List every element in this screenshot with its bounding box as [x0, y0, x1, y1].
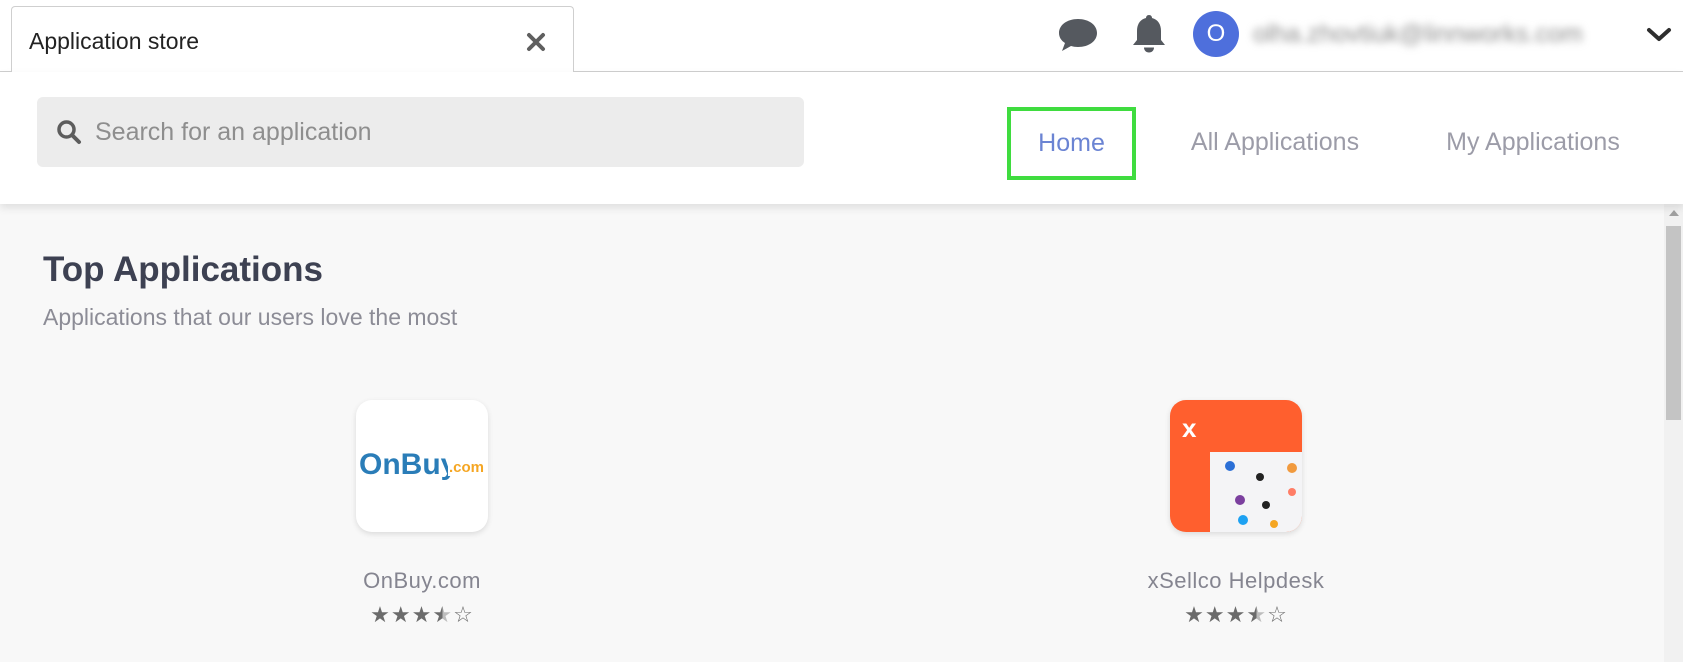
star-icon: ★	[370, 602, 391, 627]
star-icon: ★	[411, 602, 433, 627]
star-half-icon: ★	[1246, 602, 1268, 627]
vertical-scrollbar[interactable]	[1664, 204, 1683, 662]
star-rating: ★★★★☆	[282, 602, 562, 628]
app-card-onbuy[interactable]: OnBuy .com OnBuy.com ★★★★☆	[282, 400, 562, 628]
user-email[interactable]: olha.zhovtiuk@linnworks.com	[1253, 20, 1633, 49]
onbuy-logo-mark: OnBuy .com	[359, 448, 485, 481]
onbuy-logo-text: OnBuy	[359, 448, 458, 481]
scroll-thumb[interactable]	[1666, 226, 1681, 420]
star-empty-icon: ☆	[453, 602, 474, 627]
onbuy-logo-suffix: .com	[449, 459, 484, 476]
close-icon[interactable]	[525, 31, 547, 53]
chevron-down-icon[interactable]	[1646, 26, 1672, 44]
tab-home[interactable]: Home	[1007, 107, 1136, 180]
star-empty-icon: ☆	[1267, 602, 1288, 627]
tab-my-applications[interactable]: My Applications	[1433, 106, 1633, 178]
top-bar: Application store O olha.zhovtiuk@linnwo…	[0, 0, 1683, 73]
search-icon	[57, 120, 81, 144]
onbuy-logo[interactable]: OnBuy .com	[356, 400, 488, 532]
tab-application-store[interactable]: Application store	[11, 6, 574, 73]
search-box[interactable]	[37, 97, 804, 167]
app-name[interactable]: xSellco Helpdesk	[1096, 568, 1376, 594]
app-name[interactable]: OnBuy.com	[282, 568, 562, 594]
xsellco-logo[interactable]: x	[1170, 400, 1302, 532]
scroll-up-arrow-icon[interactable]	[1669, 210, 1679, 216]
star-icon: ★	[1225, 602, 1247, 627]
section-title: Top Applications	[43, 250, 323, 289]
search-input[interactable]	[95, 97, 785, 167]
main-content: Top Applications Applications that our u…	[0, 204, 1664, 662]
star-rating: ★★★★☆	[1096, 602, 1376, 628]
star-icon: ★	[1204, 602, 1226, 627]
bell-icon[interactable]	[1131, 12, 1167, 54]
xsellco-logo-text: x	[1182, 413, 1197, 443]
star-icon: ★	[390, 602, 412, 627]
chat-icon[interactable]	[1057, 16, 1099, 54]
tab-all-applications[interactable]: All Applications	[1175, 106, 1375, 178]
star-icon: ★	[1184, 602, 1205, 627]
avatar[interactable]: O	[1193, 11, 1239, 57]
tab-title: Application store	[29, 28, 200, 54]
app-store-header: Home All Applications My Applications	[0, 72, 1683, 204]
app-card-xsellco[interactable]: x xSellco Helpdesk ★★★★☆	[1096, 400, 1376, 628]
star-half-icon: ★	[432, 602, 454, 627]
xsellco-logo-mark: x	[1182, 413, 1302, 532]
section-subtitle: Applications that our users love the mos…	[43, 304, 458, 330]
